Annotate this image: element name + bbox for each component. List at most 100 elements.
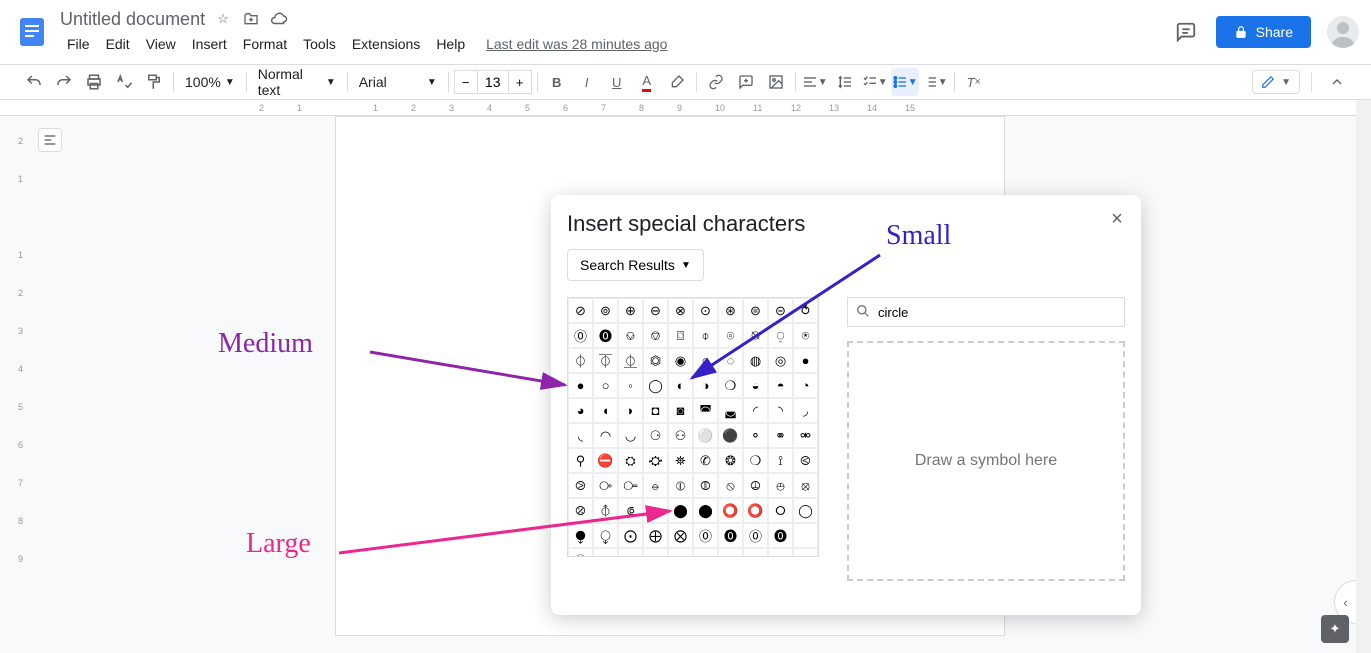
char-cell[interactable]: ⭘ — [768, 498, 793, 523]
char-cell[interactable]: ⊛ — [718, 298, 743, 323]
char-cell[interactable]: ◔ — [793, 373, 818, 398]
char-cell[interactable]: ◉ — [668, 348, 693, 373]
font-size-increase[interactable]: + — [508, 70, 532, 94]
bulleted-list-button[interactable]: ▼ — [891, 68, 919, 96]
char-cell[interactable]: ⦶ — [668, 473, 693, 498]
paint-format-button[interactable] — [140, 68, 168, 96]
editing-mode-button[interactable]: ▼ — [1252, 70, 1300, 94]
text-color-button[interactable]: A — [633, 68, 661, 96]
add-comment-button[interactable] — [732, 68, 760, 96]
draw-symbol-area[interactable]: Draw a symbol here — [847, 341, 1125, 581]
outline-toggle-button[interactable] — [38, 128, 62, 152]
char-cell[interactable]: ⍜ — [768, 323, 793, 348]
char-cell[interactable]: ⛭ — [618, 448, 643, 473]
char-cell[interactable]: ⦵ — [643, 473, 668, 498]
char-cell[interactable]: ⦽ — [593, 498, 618, 523]
char-cell[interactable] — [793, 548, 818, 557]
insert-link-button[interactable] — [702, 68, 730, 96]
search-field[interactable] — [847, 297, 1125, 327]
char-cell[interactable]: ◚ — [693, 398, 718, 423]
char-cell[interactable]: ◡ — [618, 423, 643, 448]
italic-button[interactable]: I — [573, 68, 601, 96]
char-cell[interactable]: ◍ — [743, 348, 768, 373]
underline-button[interactable]: U — [603, 68, 631, 96]
menu-tools[interactable]: Tools — [296, 32, 343, 56]
char-cell[interactable]: ◎ — [768, 348, 793, 373]
char-cell[interactable]: ⟟ — [768, 448, 793, 473]
char-cell[interactable]: ⧀ — [793, 448, 818, 473]
char-cell[interactable]: ⦺ — [768, 473, 793, 498]
char-cell[interactable]: ◖ — [593, 398, 618, 423]
menu-format[interactable]: Format — [236, 32, 294, 56]
char-cell[interactable]: ◦ — [618, 373, 643, 398]
comment-history-icon[interactable] — [1172, 18, 1200, 46]
move-icon[interactable] — [241, 9, 261, 29]
char-cell[interactable]: ◐ — [668, 373, 693, 398]
char-cell[interactable]: ⦷ — [693, 473, 718, 498]
style-select[interactable]: Normal text▼ — [252, 68, 342, 96]
char-cell[interactable]: ⏂ — [618, 348, 643, 373]
undo-button[interactable] — [20, 68, 48, 96]
char-cell[interactable]: ⍟ — [793, 323, 818, 348]
char-cell[interactable]: ⬤ — [668, 498, 693, 523]
char-cell[interactable]: ◟ — [568, 423, 593, 448]
char-cell[interactable]: 🄋 — [693, 523, 718, 548]
char-cell[interactable]: ⟄ — [643, 498, 668, 523]
line-spacing-button[interactable] — [831, 68, 859, 96]
char-cell[interactable]: ❍ — [718, 373, 743, 398]
char-cell[interactable] — [718, 548, 743, 557]
checklist-button[interactable]: ▼ — [861, 68, 889, 96]
menu-insert[interactable]: Insert — [185, 32, 234, 56]
char-cell[interactable]: ⏁ — [593, 348, 618, 373]
char-cell[interactable]: ⬤ — [693, 498, 718, 523]
char-cell[interactable]: ⚪ — [693, 423, 718, 448]
char-cell[interactable]: ⌽ — [693, 323, 718, 348]
explore-button[interactable]: ✦ — [1321, 615, 1349, 643]
numbered-list-button[interactable]: ▼ — [921, 68, 949, 96]
menu-edit[interactable]: Edit — [99, 32, 137, 56]
char-cell[interactable]: ◓ — [768, 373, 793, 398]
align-button[interactable]: ▼ — [801, 68, 829, 96]
menu-view[interactable]: View — [139, 32, 183, 56]
char-cell[interactable]: ⛔ — [593, 448, 618, 473]
char-cell[interactable]: ◝ — [768, 398, 793, 423]
character-grid[interactable]: ⊘⊚⊕⊖⊗⊙⊛⊜⊝⥀🄋🄌⎉⎊⌼⌽⌾⍉⍜⍟⏀⏁⏂⏣◉○◌◍◎●●○◦◯◐◑❍◒◓◔… — [567, 297, 819, 557]
char-cell[interactable]: ○ — [693, 348, 718, 373]
char-cell[interactable]: ⊜ — [743, 298, 768, 323]
char-cell[interactable]: ⨀ — [618, 523, 643, 548]
char-cell[interactable]: 🄋 — [568, 323, 593, 348]
char-cell[interactable]: ⛮ — [643, 448, 668, 473]
font-select[interactable]: Arial▼ — [353, 68, 443, 96]
char-cell[interactable]: ⧬ — [593, 523, 618, 548]
char-cell[interactable]: ◘ — [643, 398, 668, 423]
char-cell[interactable]: ◕ — [568, 398, 593, 423]
char-cell[interactable]: 🄌 — [593, 323, 618, 348]
char-cell[interactable]: ⊕ — [618, 298, 643, 323]
char-cell[interactable]: ◛ — [718, 398, 743, 423]
char-cell[interactable]: ◙ — [668, 398, 693, 423]
char-cell[interactable]: ◠ — [593, 423, 618, 448]
menu-file[interactable]: File — [60, 32, 97, 56]
char-cell[interactable]: ⚫ — [718, 423, 743, 448]
char-cell[interactable]: ❍ — [743, 448, 768, 473]
highlight-button[interactable] — [663, 68, 691, 96]
char-cell[interactable]: ⥀ — [793, 298, 818, 323]
char-cell[interactable] — [668, 548, 693, 557]
doc-title[interactable]: Untitled document — [60, 9, 205, 30]
char-cell[interactable]: 🄋 — [568, 548, 593, 557]
char-cell[interactable]: ◒ — [743, 373, 768, 398]
char-cell[interactable]: ❂ — [718, 448, 743, 473]
category-dropdown[interactable]: Search Results▼ — [567, 249, 704, 281]
menu-help[interactable]: Help — [429, 32, 472, 56]
char-cell[interactable]: ⭕ — [743, 498, 768, 523]
char-cell[interactable]: ◞ — [793, 398, 818, 423]
char-cell[interactable]: ⧂ — [593, 473, 618, 498]
horizontal-ruler[interactable]: 21123456789101112131415 — [0, 100, 1356, 116]
spellcheck-button[interactable] — [110, 68, 138, 96]
char-cell[interactable]: 🄋 — [743, 523, 768, 548]
char-cell[interactable]: ⊗ — [668, 298, 693, 323]
redo-button[interactable] — [50, 68, 78, 96]
vertical-scrollbar[interactable] — [1356, 100, 1371, 653]
char-cell[interactable]: ⎊ — [643, 323, 668, 348]
char-cell[interactable]: ⨁ — [643, 523, 668, 548]
